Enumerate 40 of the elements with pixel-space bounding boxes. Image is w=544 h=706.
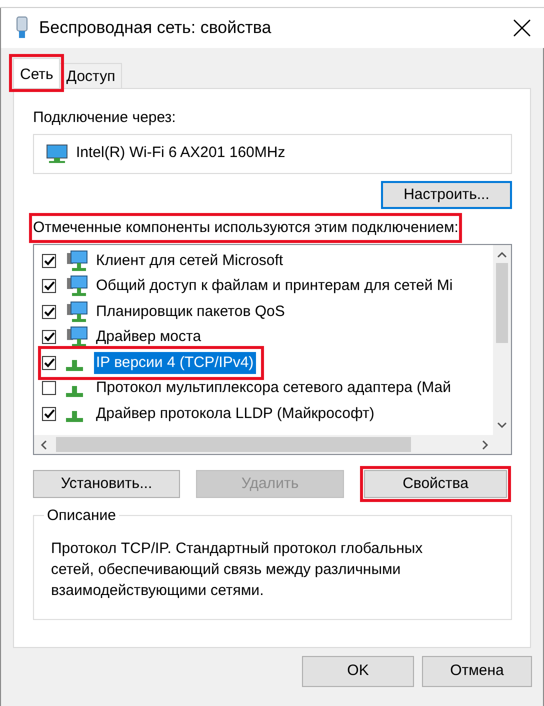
network-adapter-icon <box>15 16 29 40</box>
network-protocol-icon <box>66 386 83 397</box>
scroll-left-icon[interactable] <box>40 440 48 450</box>
field-label: Подключение через: <box>33 108 177 128</box>
network-protocol-icon <box>66 360 83 372</box>
tab[interactable]: Доступ <box>59 63 122 88</box>
vertical-scrollbar[interactable] <box>493 245 511 435</box>
network-protocol-icon <box>66 411 83 422</box>
network-computer-icon <box>66 250 88 272</box>
scroll-down-icon[interactable] <box>497 421 507 429</box>
checkbox[interactable] <box>42 304 56 319</box>
horizontal-scrollbar[interactable] <box>34 435 511 454</box>
configure-button[interactable]: Настроить... <box>381 181 512 209</box>
description-text: Протокол TCP/IP. Стандартный протокол глобальных сетей, обеспечивающий связь между различными взаимодействующими сетями. <box>51 539 424 601</box>
action-button[interactable]: Свойства <box>364 470 507 498</box>
list-item[interactable]: Клиент для сетей Microsoft <box>94 250 286 272</box>
list-item[interactable]: IP версии 4 (TCP/IPv4) <box>94 352 256 374</box>
network-computer-icon <box>66 300 88 323</box>
dialog-button[interactable]: Отмена <box>422 656 532 686</box>
list-item[interactable]: Планировщик пакетов QoS <box>94 300 287 323</box>
window-title: Беспроводная сеть: свойства <box>39 17 272 40</box>
scroll-right-icon[interactable] <box>481 440 489 450</box>
scroll-up-icon[interactable] <box>497 251 507 259</box>
network-adapter-icon <box>46 144 68 164</box>
checkbox[interactable] <box>42 406 56 421</box>
adapter-name: Intel(R) Wi-Fi 6 AX201 160MHz <box>76 143 286 164</box>
list-item[interactable]: Общий доступ к файлам и принтерам для сетей Mi <box>94 275 455 298</box>
list-item[interactable]: Драйвер моста <box>94 326 204 348</box>
list-item[interactable]: Драйвер протокола LLDP (Майкрософт) <box>94 402 376 425</box>
checkbox[interactable] <box>42 330 56 344</box>
dialog-button[interactable]: OK <box>302 656 414 686</box>
checkbox[interactable] <box>42 381 56 396</box>
checkbox[interactable] <box>42 279 56 294</box>
close-icon[interactable] <box>512 18 532 38</box>
checkbox[interactable] <box>42 254 56 268</box>
checkbox[interactable] <box>42 356 56 370</box>
network-computer-icon <box>66 275 88 298</box>
network-computer-icon <box>66 326 88 348</box>
list-item[interactable]: Протокол мультиплексора сетевого адаптера (Май <box>94 377 453 400</box>
action-button[interactable]: Установить... <box>33 470 180 498</box>
